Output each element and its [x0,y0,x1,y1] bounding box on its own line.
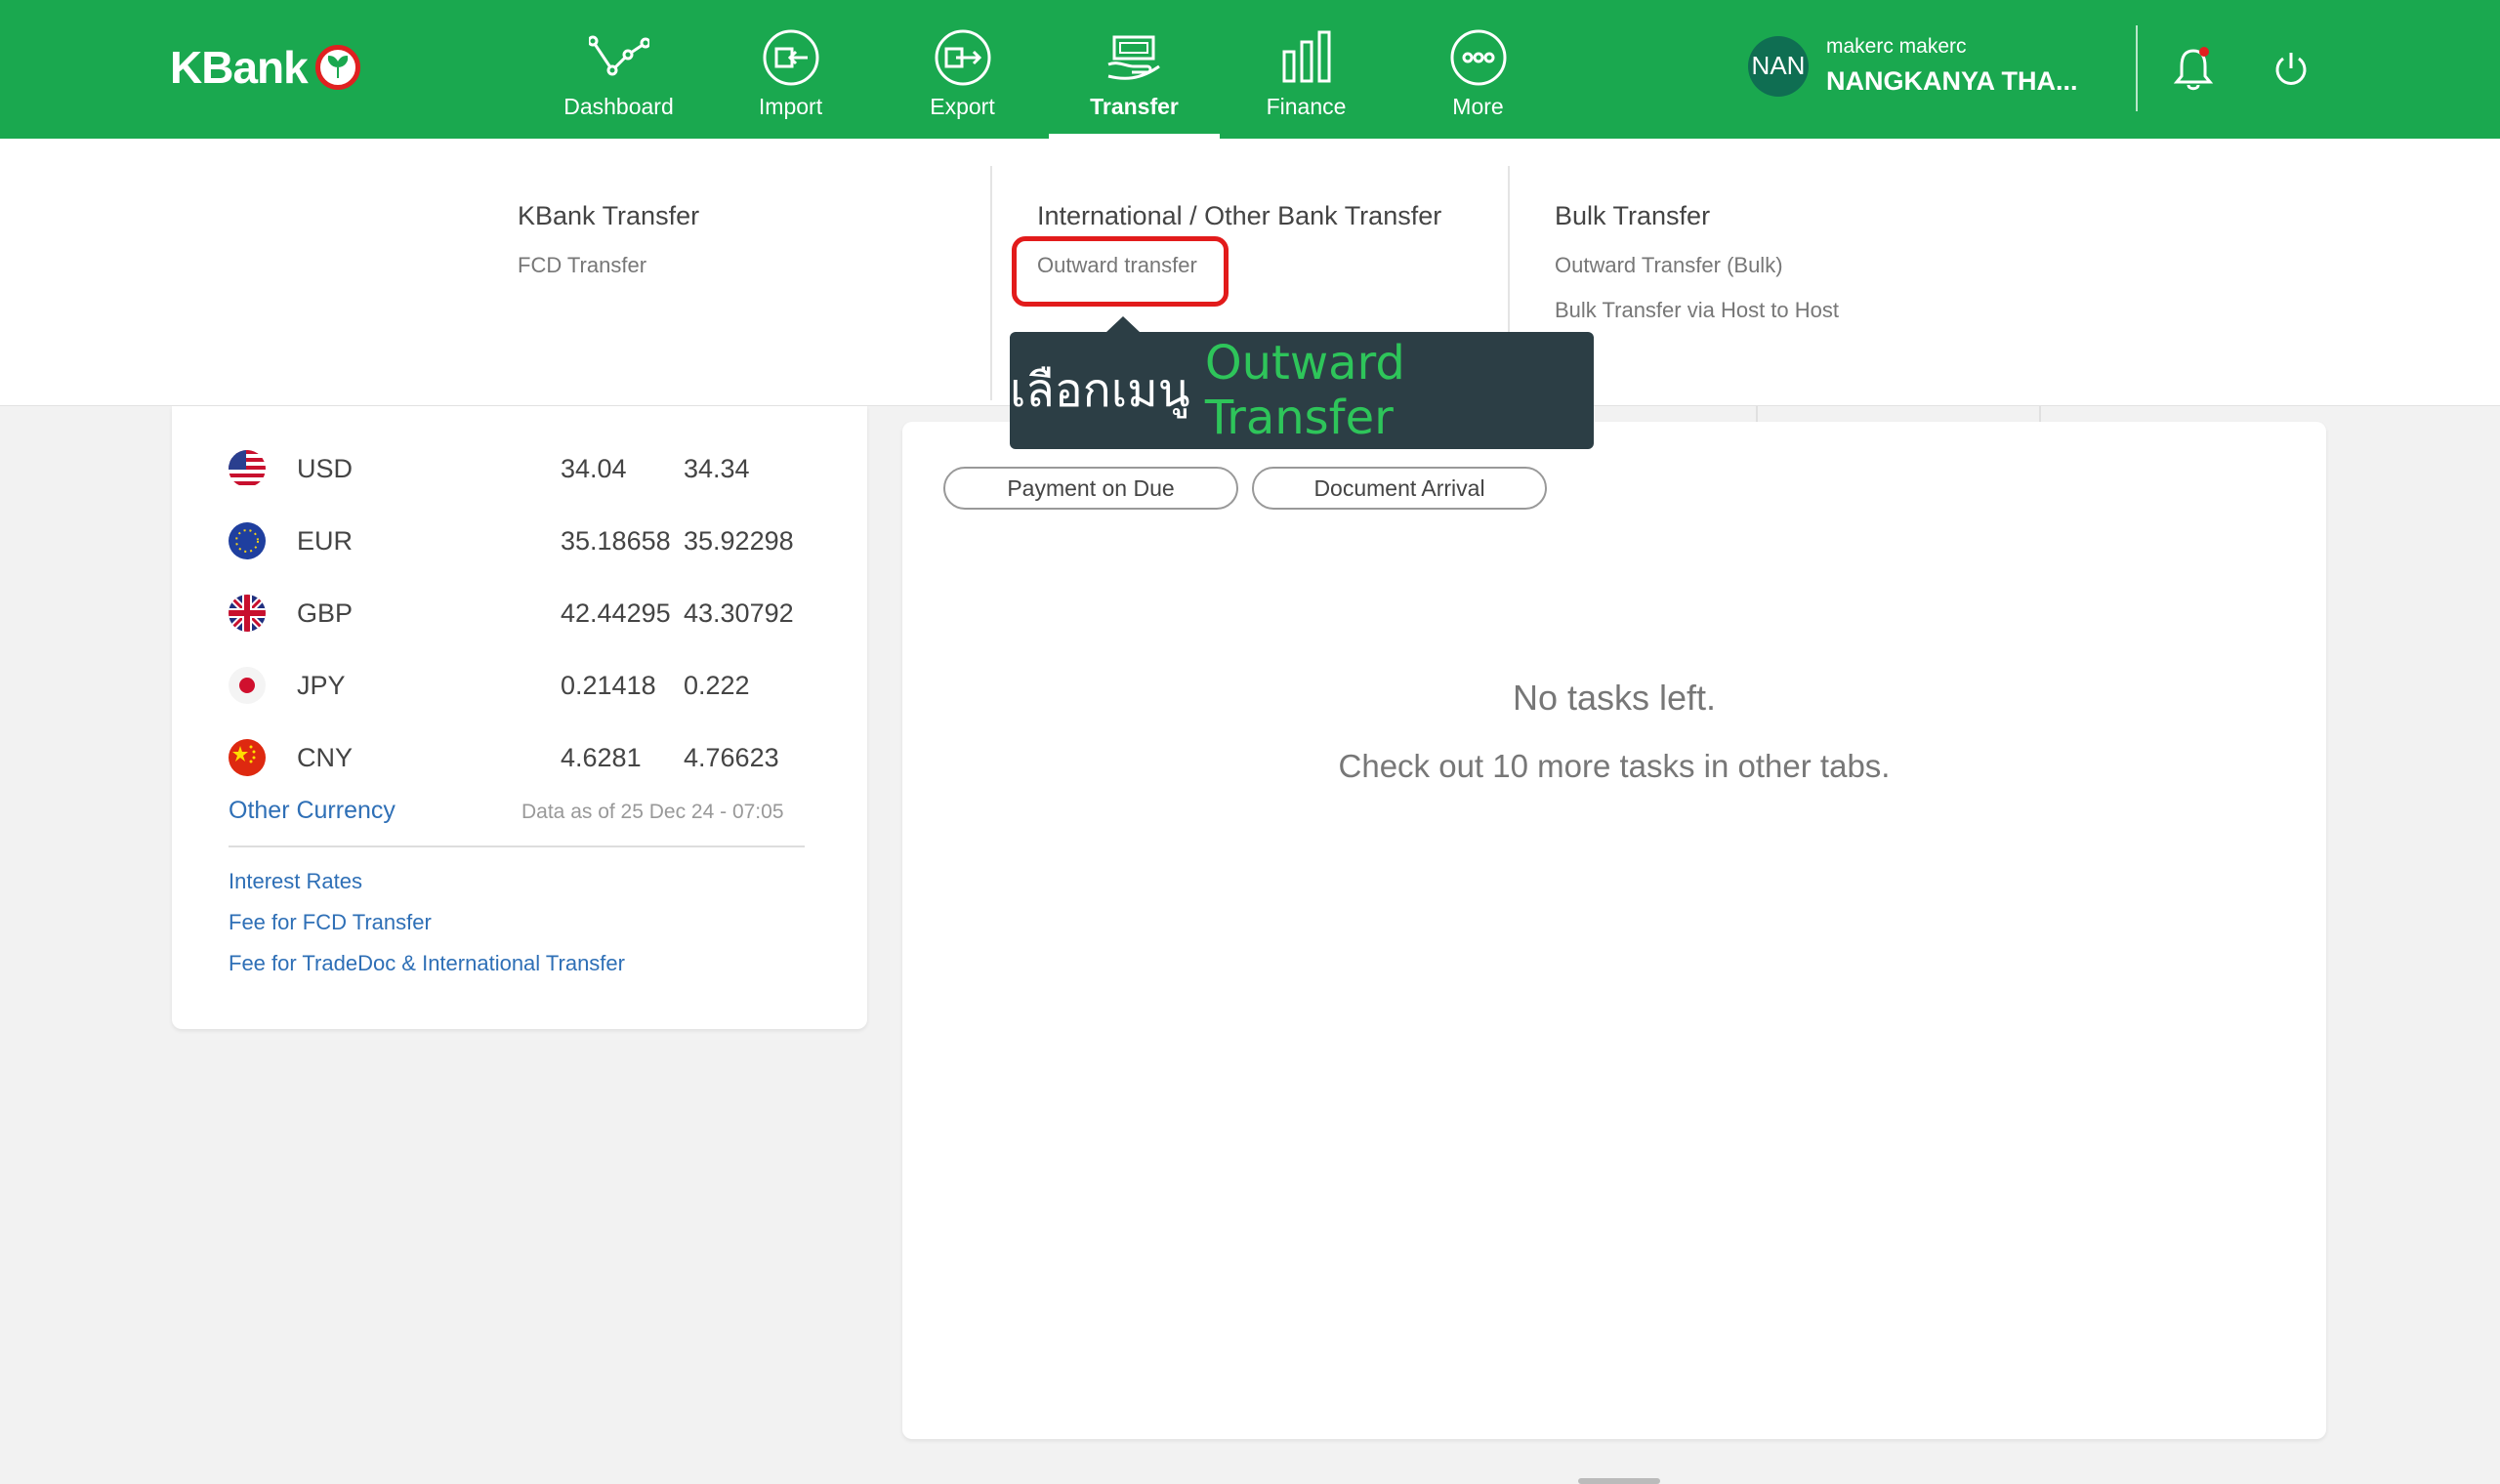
scroll-indicator[interactable] [1578,1478,1660,1484]
eu-flag-icon [229,522,266,559]
nav-export[interactable]: Export [877,0,1048,139]
nav-transfer-label: Transfer [1090,94,1179,119]
nav-more-label: More [1452,94,1504,119]
tasks-card: Payment on Due Document Arrival No tasks… [902,422,2326,1439]
power-logout-icon[interactable] [2266,43,2316,94]
nav-dashboard-label: Dashboard [563,94,674,119]
username: makerc makerc [1826,35,1967,58]
logo-text: KBank [170,42,309,93]
empty-state-subtitle: Check out 10 more tasks in other tabs. [1338,748,1891,784]
notification-bell-icon[interactable] [2168,43,2219,94]
transfer-icon [1104,27,1165,88]
interest-rates-link[interactable]: Interest Rates [229,869,362,894]
instruction-tooltip: เลือกเมนู Outward Transfer [1010,332,1594,449]
rate-row-eur: EUR 35.18658 35.92298 [229,519,814,562]
fee-fcd-transfer-link[interactable]: Fee for FCD Transfer [229,910,432,935]
sell-rate: 0.222 [684,670,750,700]
dashboard-icon [588,27,649,88]
nav-import-label: Import [758,94,823,119]
top-navigation-bar: KBank Dashboard Import Export Transfer F… [0,0,2500,139]
data-timestamp: Data as of 25 Dec 24 - 07:05 [521,801,784,823]
fee-tradedoc-link[interactable]: Fee for TradeDoc & International Transfe… [229,951,625,976]
rate-row-gbp: GBP 42.44295 43.30792 [229,592,814,635]
outward-transfer-bulk-link[interactable]: Outward Transfer (Bulk) [1555,253,1839,278]
nav-dashboard[interactable]: Dashboard [533,0,704,139]
nav-more[interactable]: More [1393,0,1563,139]
exchange-rate-card: USD 34.04 34.34 EUR 35.18658 35.92298 GB… [172,406,867,1029]
buy-rate: 34.04 [561,453,627,483]
import-icon [761,27,821,88]
header-divider [2136,25,2138,111]
tooltip-prefix: เลือกเมนู [1010,363,1205,418]
currency-code: JPY [297,670,346,700]
other-currency-link[interactable]: Other Currency [229,797,396,825]
user-profile[interactable]: NAN makerc makerc NANGKANYA THA... [1748,35,2078,97]
sell-rate: 35.92298 [684,525,794,556]
uk-flag-icon [229,595,266,632]
export-icon [933,27,993,88]
document-arrival-filter[interactable]: Document Arrival [1252,467,1547,510]
tooltip-highlight: Outward Transfer [1204,336,1405,445]
rate-row-cny: CNY 4.6281 4.76623 [229,736,814,779]
nav-finance[interactable]: Finance [1221,0,1392,139]
us-flag-icon [229,450,266,487]
buy-rate: 35.18658 [561,525,671,556]
nav-transfer[interactable]: Transfer [1049,0,1220,139]
section-title: KBank Transfer [518,201,700,230]
currency-code: EUR [297,525,354,556]
buy-rate: 4.6281 [561,742,642,772]
nav-finance-label: Finance [1266,94,1347,119]
currency-code: GBP [297,598,354,628]
sell-rate: 43.30792 [684,598,794,628]
more-icon [1448,27,1509,88]
rate-row-jpy: JPY 0.21418 0.222 [229,664,814,707]
fcd-transfer-link[interactable]: FCD Transfer [518,253,699,278]
outward-transfer-highlight [1012,236,1229,307]
bulk-transfer-section: Bulk Transfer Outward Transfer (Bulk) Bu… [1555,139,1839,406]
sell-rate: 4.76623 [684,742,779,772]
buy-rate: 0.21418 [561,670,656,700]
currency-code: CNY [297,742,354,772]
kbank-transfer-section: KBank Transfer FCD Transfer [518,139,699,406]
section-title: International / Other Bank Transfer [1037,201,1442,230]
bulk-host-to-host-link[interactable]: Bulk Transfer via Host to Host [1555,298,1839,323]
company-name: NANGKANYA THA... [1826,66,2078,96]
rate-row-usd: USD 34.04 34.34 [229,447,814,490]
tooltip-arrow [1105,316,1141,333]
buy-rate: 42.44295 [561,598,671,628]
jp-flag-icon [229,667,266,704]
menu-separator [990,166,992,400]
nav-export-label: Export [930,94,995,119]
currency-code: USD [297,453,354,483]
empty-state-title: No tasks left. [1512,678,1717,718]
kbank-leaf-icon [314,45,360,90]
sell-rate: 34.34 [684,453,750,483]
kbank-logo[interactable]: KBank [170,41,360,94]
cn-flag-icon [229,739,266,776]
avatar: NAN [1748,35,1809,97]
nav-import[interactable]: Import [705,0,876,139]
divider [229,845,805,847]
section-title: Bulk Transfer [1555,201,1711,230]
finance-icon [1276,27,1337,88]
payment-on-due-filter[interactable]: Payment on Due [943,467,1238,510]
